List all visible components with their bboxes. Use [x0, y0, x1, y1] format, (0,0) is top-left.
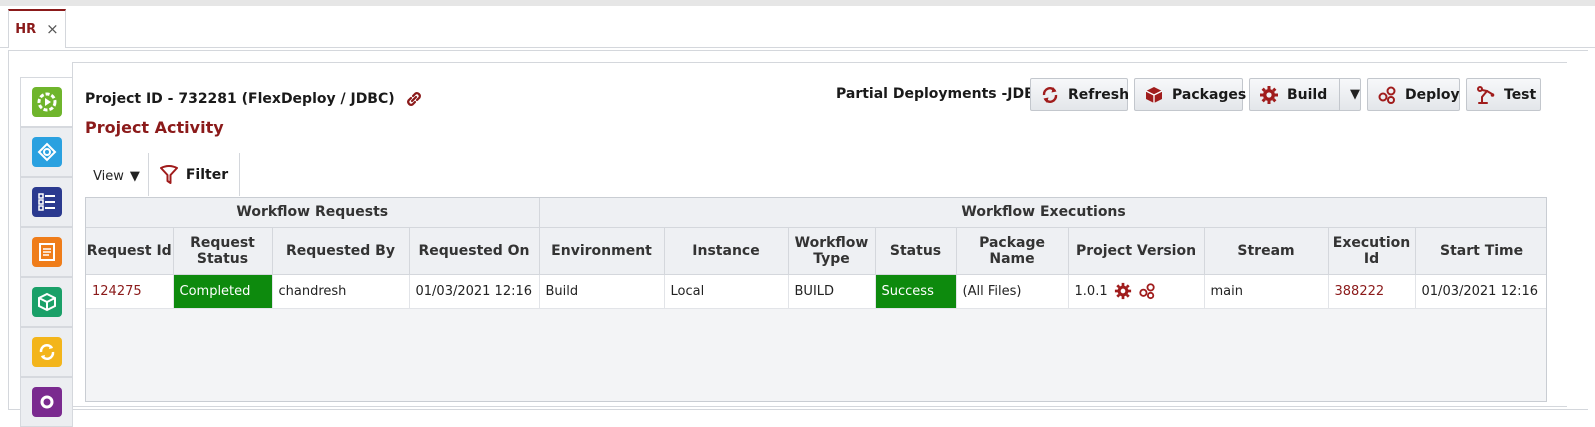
gear-icon[interactable] — [1114, 282, 1132, 300]
build-icon — [31, 387, 62, 417]
column-header-status[interactable]: Status — [875, 227, 957, 275]
project-side-nav — [20, 77, 73, 427]
refresh-icon — [1042, 86, 1058, 103]
link-icon[interactable] — [403, 88, 425, 110]
package-name-cell: (All Files) — [956, 274, 1069, 309]
refresh-icon — [31, 337, 62, 367]
test-robot-icon — [1477, 85, 1495, 104]
column-header-workflow-type[interactable]: Workflow Type — [788, 227, 876, 275]
partial-deployments-label: Partial Deployments -JDBC — [836, 86, 1046, 102]
checklist-icon — [31, 187, 62, 217]
package-icon — [1145, 86, 1163, 103]
sidenav-packages[interactable] — [20, 277, 73, 327]
column-header-execution-id[interactable]: Execution Id — [1328, 227, 1416, 275]
test-label: Test — [1504, 86, 1537, 103]
group-header-workflow-executions: Workflow Executions — [539, 198, 1546, 228]
refresh-button[interactable]: Refresh — [1030, 78, 1130, 111]
filter-button[interactable]: Filter — [149, 153, 240, 196]
start-time-cell: 01/03/2021 12:16 — [1415, 274, 1546, 309]
requested-by-cell: chandresh — [272, 274, 410, 309]
build-button[interactable]: Build ▼ — [1249, 78, 1361, 111]
column-header-project-version[interactable]: Project Version — [1068, 227, 1205, 275]
chevron-down-icon: ▼ — [129, 169, 140, 184]
project-title: Project ID - 732281 (FlexDeploy / JDBC) — [85, 88, 425, 110]
test-button[interactable]: Test — [1466, 78, 1541, 111]
group-header-workflow-requests: Workflow Requests — [86, 198, 540, 228]
instance-cell: Local — [664, 274, 789, 309]
column-header-stream[interactable]: Stream — [1204, 227, 1329, 275]
project-title-text: Project ID - 732281 (FlexDeploy / JDBC) — [85, 91, 395, 107]
requested-on-cell: 01/03/2021 12:16 — [409, 274, 540, 309]
deploy-label: Deploy — [1405, 86, 1460, 103]
sidenav-checklist[interactable] — [20, 177, 73, 227]
sidenav-workflow-executions[interactable] — [20, 77, 73, 127]
view-menu-button[interactable]: View ▼ — [85, 153, 148, 196]
section-title: Project Activity — [85, 118, 224, 137]
stream-cell: main — [1204, 274, 1329, 309]
chevron-down-icon[interactable]: ▼ — [1350, 87, 1360, 102]
sidenav-build[interactable] — [20, 377, 73, 427]
tab-hr[interactable]: HR × — [8, 9, 66, 48]
tab-bar: HR × — [0, 6, 1595, 48]
table-toolbar: View ▼ Filter — [85, 153, 240, 196]
column-header-requested-on[interactable]: Requested On — [409, 227, 540, 275]
document-icon — [31, 237, 62, 267]
workflow-type-cell: BUILD — [788, 274, 876, 309]
column-header-request-status[interactable]: Request Status — [173, 227, 273, 275]
tab-label: HR — [15, 22, 37, 37]
packages-label: Packages — [1172, 86, 1247, 103]
workflow-play-icon — [31, 87, 62, 117]
build-label: Build — [1287, 86, 1328, 103]
split-divider — [1339, 78, 1340, 111]
gear-icon — [1260, 85, 1278, 104]
environment-cell: Build — [539, 274, 665, 309]
request-status-badge: Completed — [173, 274, 273, 309]
table-row[interactable]: 124275 Completed chandresh 01/03/2021 12… — [86, 274, 1546, 309]
integration-icon — [31, 137, 62, 167]
deploy-button[interactable]: Deploy — [1367, 78, 1460, 111]
sidenav-documents[interactable] — [20, 227, 73, 277]
request-id-link[interactable]: 124275 — [86, 274, 174, 309]
package-icon — [31, 287, 62, 317]
column-header-start-time[interactable]: Start Time — [1415, 227, 1546, 275]
packages-button[interactable]: Packages — [1134, 78, 1247, 111]
refresh-label: Refresh — [1068, 86, 1130, 103]
column-header-requested-by[interactable]: Requested By — [272, 227, 410, 275]
project-version-text: 1.0.1 — [1074, 283, 1108, 299]
project-version-cell: 1.0.1 — [1068, 274, 1205, 309]
deploy-icon[interactable] — [1138, 282, 1156, 300]
filter-icon — [159, 164, 178, 184]
column-header-package-name[interactable]: Package Name — [956, 227, 1069, 275]
activity-table: Workflow Requests Workflow Executions Re… — [85, 197, 1547, 402]
view-label: View — [93, 169, 124, 184]
deploy-icon — [1378, 86, 1396, 104]
column-header-environment[interactable]: Environment — [539, 227, 665, 275]
filter-label: Filter — [185, 166, 229, 183]
status-badge: Success — [875, 274, 957, 309]
sidenav-integrations[interactable] — [20, 127, 73, 177]
column-header-request-id[interactable]: Request Id — [86, 227, 174, 275]
sidenav-sync[interactable] — [20, 327, 73, 377]
column-header-instance[interactable]: Instance — [664, 227, 789, 275]
execution-id-link[interactable]: 388222 — [1328, 274, 1416, 309]
close-icon[interactable]: × — [46, 22, 59, 37]
